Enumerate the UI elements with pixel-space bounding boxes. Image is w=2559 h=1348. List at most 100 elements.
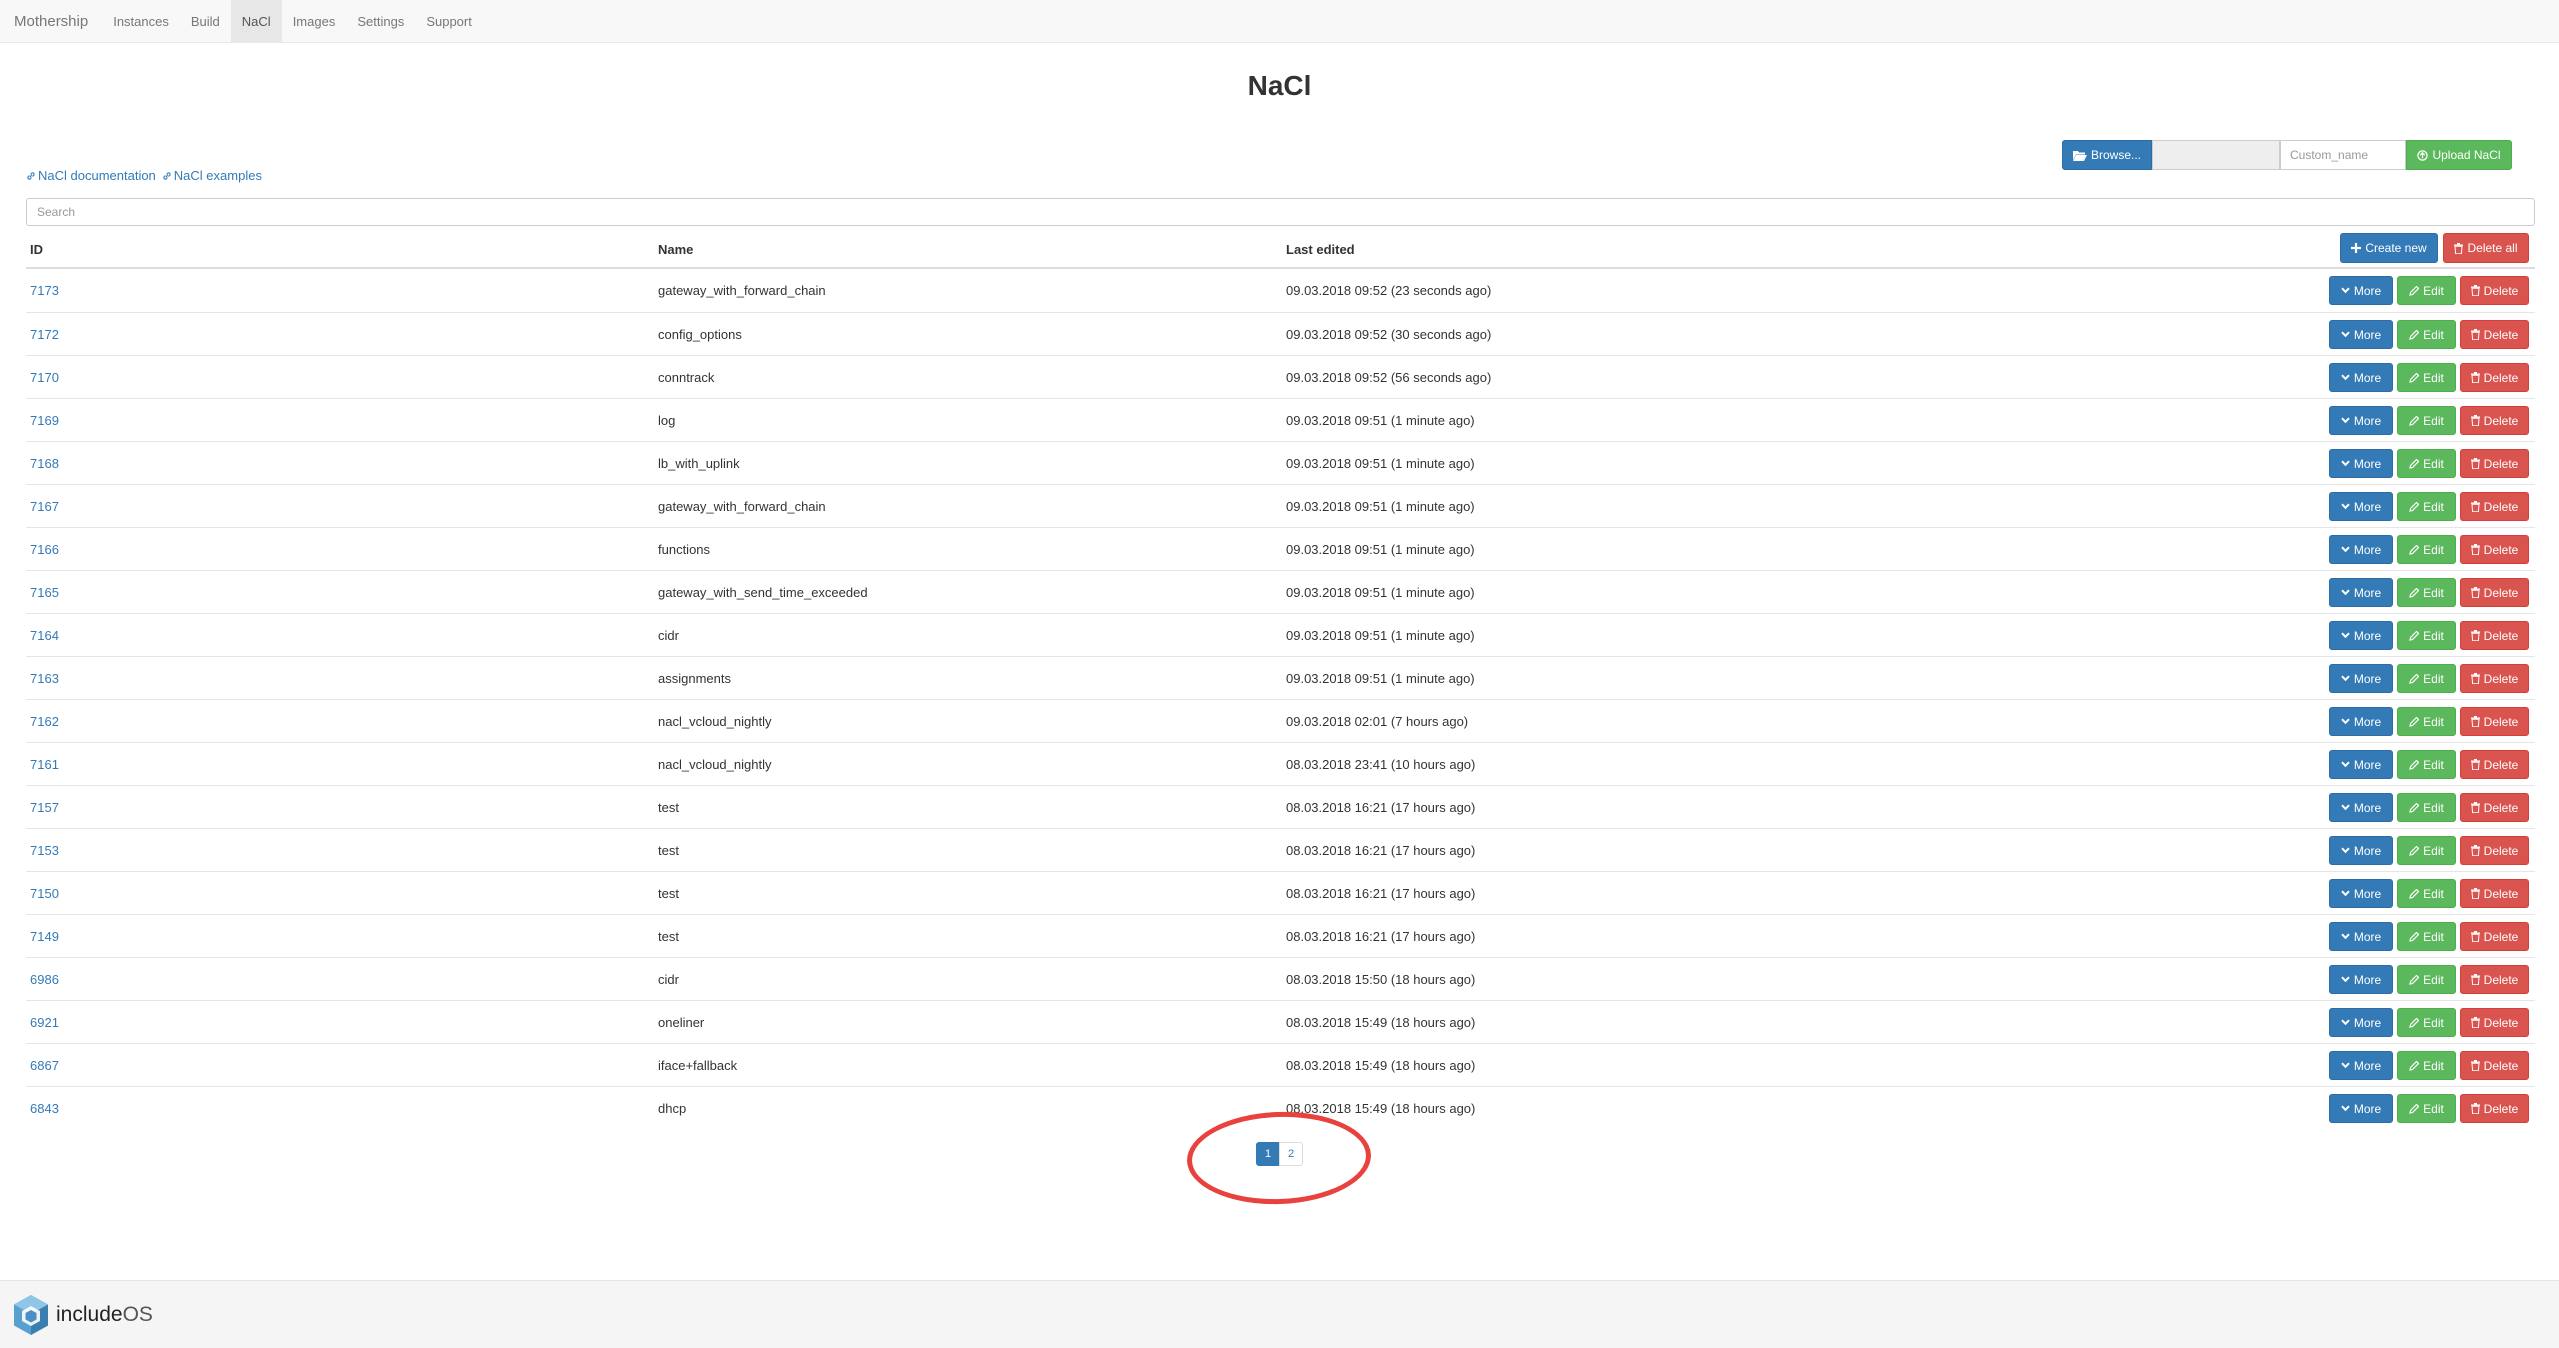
row-id-link[interactable]: 7170 [30, 370, 59, 385]
more-button[interactable]: More [2329, 449, 2393, 478]
delete-button[interactable]: Delete [2460, 535, 2529, 564]
edit-button[interactable]: Edit [2397, 879, 2456, 908]
delete-button[interactable]: Delete [2460, 750, 2529, 779]
more-button[interactable]: More [2329, 922, 2393, 951]
more-button[interactable]: More [2329, 879, 2393, 908]
browse-button[interactable]: Browse... [2062, 140, 2152, 170]
more-button[interactable]: More [2329, 276, 2393, 305]
edit-label: Edit [2423, 327, 2444, 342]
edit-button[interactable]: Edit [2397, 1051, 2456, 1080]
delete-button[interactable]: Delete [2460, 492, 2529, 521]
delete-button[interactable]: Delete [2460, 707, 2529, 736]
edit-button[interactable]: Edit [2397, 836, 2456, 865]
nav-item-images[interactable]: Images [282, 0, 347, 42]
edit-button[interactable]: Edit [2397, 578, 2456, 607]
more-button[interactable]: More [2329, 1094, 2393, 1123]
row-id-link[interactable]: 7172 [30, 327, 59, 342]
more-button[interactable]: More [2329, 707, 2393, 736]
nacl-examples-link[interactable]: NaCl examples [162, 168, 262, 183]
more-button[interactable]: More [2329, 793, 2393, 822]
edit-button[interactable]: Edit [2397, 1094, 2456, 1123]
more-button[interactable]: More [2329, 535, 2393, 564]
edit-button[interactable]: Edit [2397, 750, 2456, 779]
row-id-link[interactable]: 7157 [30, 800, 59, 815]
more-button[interactable]: More [2329, 836, 2393, 865]
edit-button[interactable]: Edit [2397, 535, 2456, 564]
more-button[interactable]: More [2329, 363, 2393, 392]
row-id-link[interactable]: 6986 [30, 972, 59, 987]
delete-button[interactable]: Delete [2460, 1094, 2529, 1123]
more-button[interactable]: More [2329, 1008, 2393, 1037]
nav-item-support[interactable]: Support [415, 0, 483, 42]
delete-button[interactable]: Delete [2460, 406, 2529, 435]
brand-link[interactable]: Mothership [0, 0, 102, 42]
delete-all-button[interactable]: Delete all [2443, 233, 2529, 263]
edit-button[interactable]: Edit [2397, 621, 2456, 650]
row-id-link[interactable]: 6843 [30, 1101, 59, 1116]
more-button[interactable]: More [2329, 578, 2393, 607]
delete-button[interactable]: Delete [2460, 1008, 2529, 1037]
delete-button[interactable]: Delete [2460, 449, 2529, 478]
delete-button[interactable]: Delete [2460, 879, 2529, 908]
edit-button[interactable]: Edit [2397, 406, 2456, 435]
row-id-link[interactable]: 7153 [30, 843, 59, 858]
more-button[interactable]: More [2329, 664, 2393, 693]
edit-button[interactable]: Edit [2397, 449, 2456, 478]
more-button[interactable]: More [2329, 492, 2393, 521]
upload-nacl-button[interactable]: Upload NaCl [2406, 140, 2512, 170]
more-button[interactable]: More [2329, 750, 2393, 779]
row-id-link[interactable]: 7161 [30, 757, 59, 772]
row-id-link[interactable]: 7164 [30, 628, 59, 643]
row-id-link[interactable]: 6921 [30, 1015, 59, 1030]
table-header-actions: Create new Delete all [2340, 233, 2529, 263]
row-id-link[interactable]: 7150 [30, 886, 59, 901]
edit-button[interactable]: Edit [2397, 793, 2456, 822]
more-button[interactable]: More [2329, 320, 2393, 349]
row-id-link[interactable]: 7149 [30, 929, 59, 944]
nav-item-instances[interactable]: Instances [102, 0, 180, 42]
row-id-link[interactable]: 7165 [30, 585, 59, 600]
more-button[interactable]: More [2329, 965, 2393, 994]
chevron-down-icon [2341, 632, 2350, 639]
page-1-link[interactable]: 1 [1256, 1142, 1280, 1166]
edit-button[interactable]: Edit [2397, 320, 2456, 349]
edit-button[interactable]: Edit [2397, 965, 2456, 994]
nav-item-build[interactable]: Build [180, 0, 231, 42]
row-id-link[interactable]: 7168 [30, 456, 59, 471]
delete-button[interactable]: Delete [2460, 922, 2529, 951]
more-button[interactable]: More [2329, 1051, 2393, 1080]
row-id-link[interactable]: 7167 [30, 499, 59, 514]
nav-item-settings[interactable]: Settings [346, 0, 415, 42]
edit-button[interactable]: Edit [2397, 363, 2456, 392]
edit-button[interactable]: Edit [2397, 492, 2456, 521]
delete-button[interactable]: Delete [2460, 965, 2529, 994]
delete-button[interactable]: Delete [2460, 363, 2529, 392]
delete-button[interactable]: Delete [2460, 320, 2529, 349]
more-button[interactable]: More [2329, 621, 2393, 650]
create-new-button[interactable]: Create new [2340, 233, 2438, 263]
delete-button[interactable]: Delete [2460, 793, 2529, 822]
page-2-link[interactable]: 2 [1279, 1142, 1303, 1166]
edit-button[interactable]: Edit [2397, 276, 2456, 305]
row-id-link[interactable]: 7173 [30, 283, 59, 298]
delete-button[interactable]: Delete [2460, 836, 2529, 865]
row-id-link[interactable]: 6867 [30, 1058, 59, 1073]
row-id-link[interactable]: 7163 [30, 671, 59, 686]
delete-button[interactable]: Delete [2460, 1051, 2529, 1080]
edit-button[interactable]: Edit [2397, 664, 2456, 693]
edit-button[interactable]: Edit [2397, 1008, 2456, 1037]
row-id-link[interactable]: 7169 [30, 413, 59, 428]
delete-button[interactable]: Delete [2460, 276, 2529, 305]
delete-button[interactable]: Delete [2460, 664, 2529, 693]
custom-name-input[interactable] [2280, 140, 2406, 170]
delete-button[interactable]: Delete [2460, 621, 2529, 650]
search-input[interactable] [26, 198, 2535, 226]
row-id-link[interactable]: 7162 [30, 714, 59, 729]
edit-button[interactable]: Edit [2397, 707, 2456, 736]
row-id-link[interactable]: 7166 [30, 542, 59, 557]
delete-button[interactable]: Delete [2460, 578, 2529, 607]
more-button[interactable]: More [2329, 406, 2393, 435]
nav-item-nacl[interactable]: NaCl [230, 0, 282, 42]
edit-button[interactable]: Edit [2397, 922, 2456, 951]
nacl-documentation-link[interactable]: NaCl documentation [26, 168, 156, 183]
